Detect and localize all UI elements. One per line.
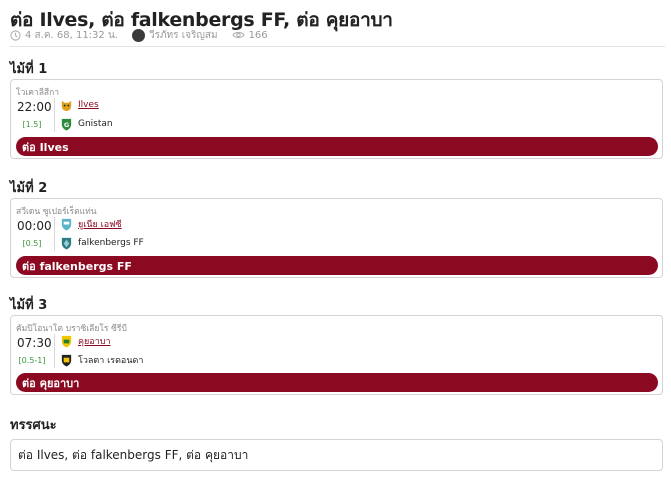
league-name: โวเคาลีสีกา	[16, 88, 60, 98]
pick-banner: ต่อ Ilves	[16, 137, 658, 156]
divider	[10, 46, 665, 47]
team-logo-icon	[60, 335, 73, 348]
summary-text: ต่อ Ilves, ต่อ falkenbergs FF, ต่อ คุยอา…	[18, 447, 249, 462]
svg-text:G: G	[64, 120, 69, 128]
author-avatar[interactable]	[131, 28, 145, 42]
pick-banner: ต่อ falkenbergs FF	[16, 256, 658, 275]
summary-heading: ทรรศนะ	[10, 418, 57, 433]
team-logo-icon	[60, 99, 73, 112]
home-team: Ilves	[60, 98, 99, 112]
author-name[interactable]: วีรภัทร เจริญสม	[149, 28, 218, 43]
team-name-link[interactable]: คุยอาบา	[78, 334, 111, 348]
handicap-odds: [0.5]	[22, 239, 42, 248]
kickoff-time: 00:00	[17, 219, 52, 233]
handicap-odds: [0.5-1]	[18, 356, 46, 365]
clock-icon	[10, 29, 21, 41]
team-logo-icon	[60, 354, 73, 367]
view-count: 166	[248, 29, 268, 41]
kickoff-time: 22:00	[17, 100, 52, 114]
pair-heading-1: ไม้ที่ 1	[10, 62, 48, 77]
pair-heading-3: ไม้ที่ 3	[10, 298, 48, 313]
home-team: ยูเนีย เอฟซี	[60, 217, 122, 231]
match-card-2: สวีเดน ซูเปอร์เร็ตแท่น 00:00 [0.5] ยูเนี…	[10, 198, 663, 278]
home-team: คุยอาบา	[60, 334, 111, 348]
article-meta: 4 ส.ค. 68, 11:32 น. วีรภัทร เจริญสม 166	[10, 28, 268, 42]
away-team: falkenbergs FF	[60, 236, 144, 250]
team-name: falkenbergs FF	[78, 238, 144, 248]
league-name: สวีเดน ซูเปอร์เร็ตแท่น	[16, 207, 97, 217]
league-name: คัมปิโอนาโต บราซิเลียโร ซีรีบี	[16, 324, 127, 334]
away-team: G Gnistan	[60, 117, 113, 131]
team-logo-icon	[60, 237, 73, 250]
kickoff-time: 07:30	[17, 336, 52, 350]
eye-icon	[231, 30, 245, 40]
away-team: โวลตา เรดอนดา	[60, 353, 143, 367]
team-logo-icon: G	[60, 118, 73, 131]
summary-box: ต่อ Ilves, ต่อ falkenbergs FF, ต่อ คุยอา…	[10, 439, 663, 471]
pair-heading-2: ไม้ที่ 2	[10, 181, 48, 196]
team-name: Gnistan	[78, 119, 113, 129]
publish-date: 4 ส.ค. 68, 11:32 น.	[25, 29, 118, 41]
pick-banner: ต่อ คุยอาบา	[16, 373, 658, 392]
handicap-odds: [1.5]	[22, 120, 42, 129]
team-name-link[interactable]: ยูเนีย เอฟซี	[78, 217, 122, 231]
team-logo-icon	[60, 218, 73, 231]
match-card-3: คัมปิโอนาโต บราซิเลียโร ซีรีบี 07:30 [0.…	[10, 315, 663, 395]
team-name-link[interactable]: Ilves	[78, 100, 99, 110]
match-card-1: โวเคาลีสีกา 22:00 [1.5] Ilves G Gnistan …	[10, 79, 663, 159]
team-name: โวลตา เรดอนดา	[78, 356, 144, 366]
